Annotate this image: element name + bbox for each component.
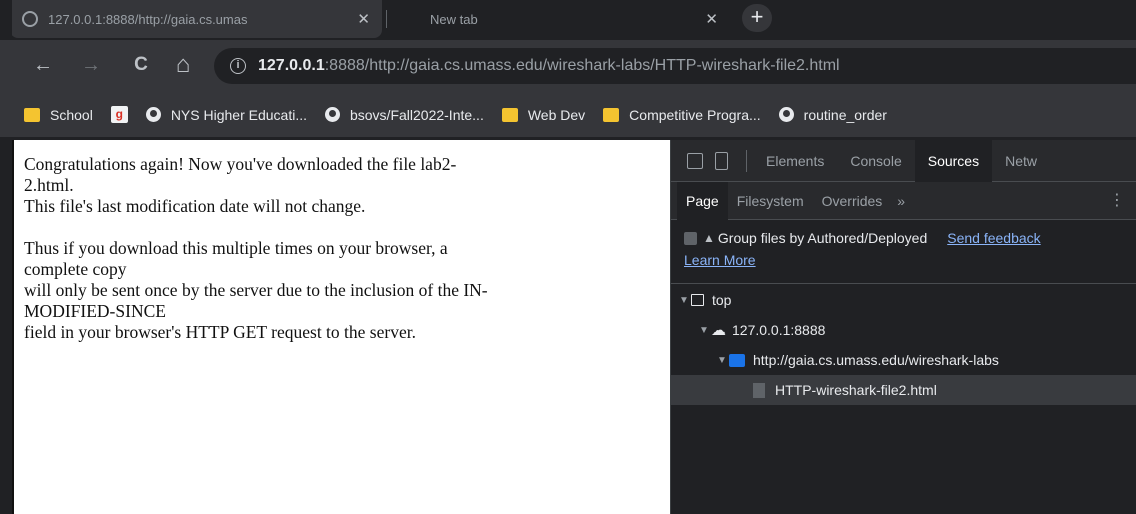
tree-label: 127.0.0.1:8888 — [732, 322, 826, 338]
tab-close-icon[interactable]: ✕ — [705, 10, 718, 28]
folder-icon — [729, 353, 745, 367]
page-line: field in your browser's HTTP GET request… — [24, 322, 416, 342]
expand-triangle-icon[interactable]: ▼ — [679, 295, 691, 306]
group-files-row: ▲ Group files by Authored/Deployed Send … — [684, 230, 1136, 246]
tab-title: 127.0.0.1:8888/http://gaia.cs.umas — [48, 11, 248, 27]
devtools-panel: Elements Console Sources Netw Page Files… — [670, 139, 1136, 514]
tab-network[interactable]: Netw — [992, 140, 1050, 182]
google-form-icon: g — [110, 106, 128, 123]
expand-triangle-icon[interactable]: ▼ — [699, 325, 711, 336]
sources-subtabs: Page Filesystem Overrides » ⋮ — [671, 181, 1136, 220]
site-info-icon[interactable]: i — [230, 58, 246, 74]
subtab-overrides[interactable]: Overrides — [813, 182, 892, 220]
bookmark-label: routine_order — [803, 106, 887, 123]
url-text: 127.0.0.1:8888/http://gaia.cs.umass.edu/… — [258, 57, 840, 75]
folder-icon — [603, 107, 620, 122]
device-toolbar-icon[interactable] — [715, 151, 728, 170]
kebab-menu-icon[interactable]: ⋮ — [1109, 190, 1125, 210]
globe-icon — [145, 107, 161, 122]
tab-new-tab[interactable]: New tab ✕ — [392, 0, 730, 38]
bookmark-bsovs[interactable]: bsovs/Fall2022-Inte... — [324, 106, 484, 123]
favicon-icon — [22, 11, 38, 27]
page-line: will only be sent once by the server due… — [24, 280, 488, 300]
bookmark-label: bsovs/Fall2022-Inte... — [349, 106, 484, 123]
bookmark-label: School — [50, 106, 93, 123]
subtab-filesystem[interactable]: Filesystem — [728, 182, 813, 220]
tab-strip: 127.0.0.1:8888/http://gaia.cs.umas ✕ New… — [0, 0, 1136, 40]
group-files-label: Group files by Authored/Deployed — [717, 230, 928, 246]
devtools-main-tabs: Elements Console Sources Netw — [671, 139, 1136, 182]
experiment-flask-icon: ▲ — [703, 231, 715, 245]
page-line: This file's last modification date will … — [24, 196, 366, 216]
bookmark-google-form[interactable]: g — [110, 106, 128, 123]
bookmark-label: NYS Higher Educati... — [170, 106, 307, 123]
cloud-icon: ☁ — [711, 322, 726, 339]
url-host: 127.0.0.1 — [258, 57, 325, 74]
bookmark-label: Competitive Progra... — [629, 106, 761, 123]
page-line: MODIFIED-SINCE — [24, 301, 166, 321]
tab-elements[interactable]: Elements — [753, 140, 837, 182]
globe-icon — [778, 107, 794, 122]
subtab-page[interactable]: Page — [677, 181, 728, 220]
reload-icon[interactable]: C — [128, 52, 154, 78]
more-tabs-icon[interactable]: » — [891, 193, 911, 209]
window-frame — [0, 140, 12, 514]
tree-item-file[interactable]: HTTP-wireshark-file2.html — [671, 375, 1136, 405]
new-tab-button[interactable]: + — [742, 4, 772, 32]
page-line: complete copy — [24, 259, 127, 279]
folder-icon — [24, 107, 40, 122]
globe-icon — [324, 107, 340, 122]
folder-icon — [501, 107, 518, 122]
forward-icon[interactable]: → — [78, 52, 104, 78]
tree-label: http://gaia.cs.umass.edu/wireshark-labs — [753, 352, 999, 368]
inspect-element-icon[interactable] — [687, 152, 703, 169]
bookmark-competitive-programming[interactable]: Competitive Progra... — [603, 107, 761, 123]
tab-close-icon[interactable]: ✕ — [357, 10, 370, 28]
tree-label: top — [712, 292, 732, 308]
page-text: Congratulations again! Now you've downlo… — [24, 154, 664, 343]
tab-sources[interactable]: Sources — [914, 139, 993, 182]
divider — [746, 149, 747, 172]
back-icon[interactable]: ← — [30, 52, 56, 78]
sources-file-tree: ▼ top ▼ ☁ 127.0.0.1:8888 ▼ http://gaia.c… — [671, 285, 1136, 405]
bookmark-routine-order[interactable]: routine_order — [778, 106, 887, 123]
home-icon[interactable]: ⌂ — [170, 52, 196, 78]
expand-triangle-icon[interactable]: ▼ — [717, 355, 729, 366]
bookmark-web-dev[interactable]: Web Dev — [501, 106, 586, 123]
page-line: Thus if you download this multiple times… — [24, 238, 448, 258]
bookmarks-bar: School g NYS Higher Educati... bsovs/Fal… — [0, 92, 1136, 138]
bookmark-label: Web Dev — [527, 106, 586, 123]
tree-item-folder[interactable]: ▼ http://gaia.cs.umass.edu/wireshark-lab… — [671, 345, 1136, 375]
send-feedback-link[interactable]: Send feedback — [947, 230, 1040, 246]
tab-title: New tab — [430, 11, 478, 27]
window-frame — [0, 0, 12, 40]
bookmark-school[interactable]: School — [24, 107, 93, 123]
sources-options: ▲ Group files by Authored/Deployed Send … — [671, 220, 1136, 284]
url-path: :8888/http://gaia.cs.umass.edu/wireshark… — [324, 57, 840, 74]
browser-toolbar: ← → C ⌂ i 127.0.0.1:8888/http://gaia.cs.… — [0, 40, 1136, 92]
page-content: Congratulations again! Now you've downlo… — [12, 140, 670, 514]
tab-divider — [386, 10, 387, 28]
page-line: 2.html. — [24, 175, 74, 195]
tree-label: HTTP-wireshark-file2.html — [775, 382, 937, 398]
tree-item-host[interactable]: ▼ ☁ 127.0.0.1:8888 — [671, 315, 1136, 345]
file-icon — [753, 382, 765, 398]
frame-icon — [691, 294, 704, 306]
tab-console[interactable]: Console — [837, 140, 914, 182]
learn-more-link[interactable]: Learn More — [684, 252, 1136, 268]
tab-active[interactable]: 127.0.0.1:8888/http://gaia.cs.umas ✕ — [10, 0, 382, 38]
address-bar[interactable]: i 127.0.0.1:8888/http://gaia.cs.umass.ed… — [214, 48, 1136, 84]
bookmark-nys-higher-education[interactable]: NYS Higher Educati... — [145, 106, 307, 123]
tree-item-top[interactable]: ▼ top — [671, 285, 1136, 315]
page-line: Congratulations again! Now you've downlo… — [24, 154, 457, 174]
group-files-checkbox[interactable] — [684, 231, 697, 245]
